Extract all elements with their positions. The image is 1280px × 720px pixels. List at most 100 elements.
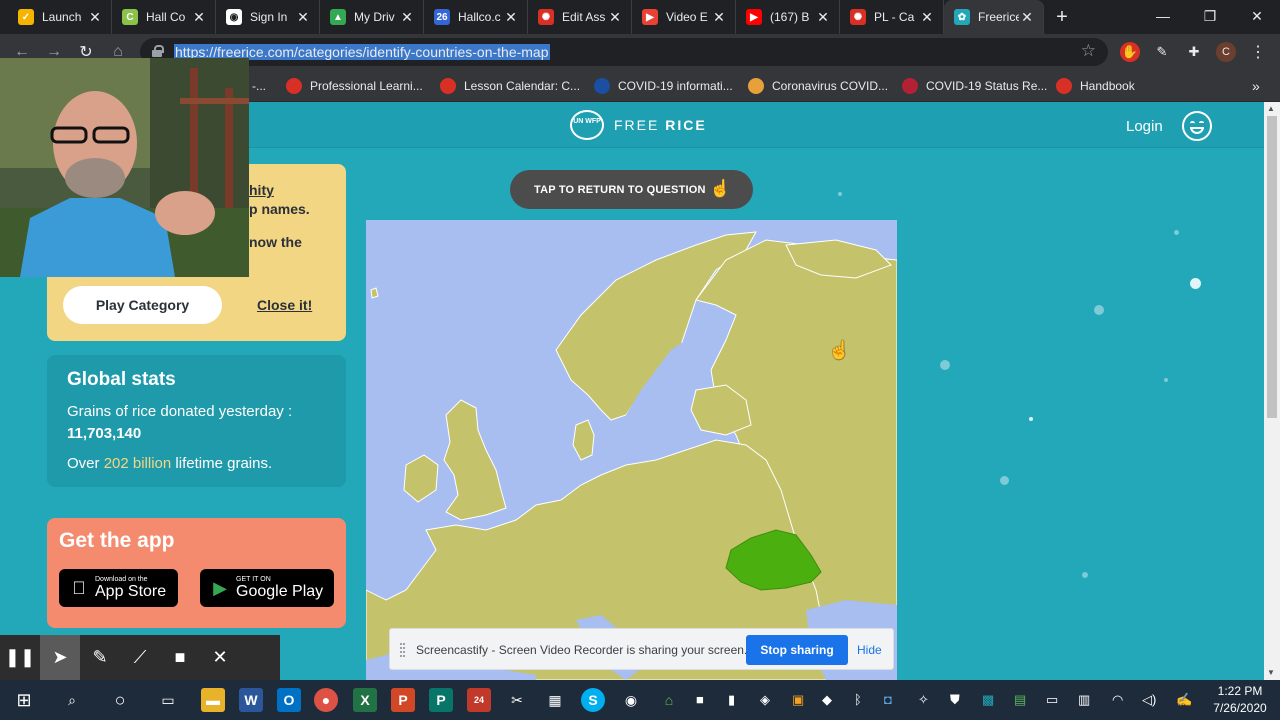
display-tray-icon[interactable]: ▭ (1046, 692, 1058, 708)
wifi-icon[interactable]: ◠ (1112, 692, 1123, 708)
pen-extension-icon[interactable]: ✎ (1152, 42, 1172, 62)
browser-tab[interactable]: ✿ Freerice ✕ (944, 0, 1044, 34)
browser-tab[interactable]: ◉ Sign In ✕ (216, 0, 320, 34)
tab-close-icon[interactable]: ✕ (1019, 9, 1035, 26)
browser-tab[interactable]: ✺ Edit Ass ✕ (528, 0, 632, 34)
pause-icon[interactable]: ❚❚ (0, 635, 40, 680)
category-name-link[interactable]: hity (249, 182, 274, 198)
bookmark-item[interactable]: COVID-19 Status Re... (902, 77, 1047, 95)
tab-close-icon[interactable]: ✕ (711, 9, 727, 26)
tool-tray-icon[interactable]: ✧ (918, 692, 929, 708)
system-clock[interactable]: 1:22 PM 7/26/2020 (1200, 683, 1280, 717)
green-tray-icon[interactable]: ▤ (1014, 692, 1026, 708)
extensions-puzzle-icon[interactable]: ✚ (1184, 42, 1204, 62)
browser-tab[interactable]: ✓ Launch ✕ (8, 0, 112, 34)
excel-icon[interactable]: X (353, 688, 377, 712)
profile-avatar[interactable]: C (1216, 42, 1236, 62)
restore-window-button[interactable]: ❐ (1187, 0, 1233, 32)
chrome-icon[interactable]: ● (314, 688, 338, 712)
tab-close-icon[interactable]: ✕ (607, 9, 623, 26)
bookmark-star-icon[interactable]: ☆ (1081, 41, 1096, 61)
pen-icon[interactable]: ✎ (80, 635, 120, 680)
network-tray-icon[interactable]: ▥ (1078, 692, 1090, 708)
profile-smiley-icon[interactable] (1182, 111, 1212, 141)
address-bar[interactable]: https://freerice.com/categories/identify… (140, 38, 1108, 66)
calculator-icon[interactable]: ▦ (543, 688, 567, 712)
search-icon[interactable]: ⌕ (60, 688, 84, 712)
bluetooth-tray-icon[interactable]: ᛒ (854, 692, 862, 707)
browser-tab[interactable]: ▶ (167) B ✕ (736, 0, 840, 34)
office-tray-icon[interactable]: ▣ (792, 692, 804, 708)
start-windows-icon[interactable]: ⊞ (12, 688, 36, 712)
eye-app-icon[interactable]: ◉ (619, 688, 643, 712)
browser-tab[interactable]: ▶ Video E ✕ (632, 0, 736, 34)
tab-close-icon[interactable]: ✕ (919, 9, 935, 26)
word-icon[interactable]: W (239, 688, 263, 712)
security-tray-icon[interactable]: ◈ (760, 692, 770, 708)
browser-tab[interactable]: 26 Hallco.c ✕ (424, 0, 528, 34)
europe-map[interactable] (366, 220, 897, 680)
skype-icon[interactable]: S (581, 688, 605, 712)
scroll-down-arrow-icon[interactable]: ▼ (1267, 668, 1275, 677)
app-tray-icon[interactable]: ▩ (982, 692, 994, 708)
publisher-icon[interactable]: P (429, 688, 453, 712)
pointer-icon[interactable]: ➤ (40, 635, 80, 680)
highlighter-icon[interactable]: ⟋ (120, 635, 160, 680)
powerpoint-icon[interactable]: P (391, 688, 415, 712)
tab-close-icon[interactable]: ✕ (191, 9, 207, 26)
bookmark-item[interactable]: Lesson Calendar: C... (440, 77, 580, 95)
close-palette-icon[interactable]: ✕ (200, 635, 240, 680)
browser-tab[interactable]: ▲ My Driv ✕ (320, 0, 424, 34)
news-app-icon[interactable]: 24 (467, 688, 491, 712)
app-store-badge[interactable]:  Download on theApp Store (59, 569, 178, 607)
play-category-button[interactable]: Play Category (63, 286, 222, 324)
task-view-icon[interactable]: ▭ (156, 688, 180, 712)
tab-close-icon[interactable]: ✕ (399, 9, 415, 26)
tab-close-icon[interactable]: ✕ (87, 9, 103, 26)
freerice-logo[interactable]: UN WFP FREE RICE (570, 110, 707, 140)
volume-icon[interactable]: ◁) (1142, 692, 1156, 708)
stop-extension-icon[interactable]: ✋ (1120, 42, 1140, 62)
minimize-window-button[interactable]: — (1140, 0, 1186, 32)
hide-banner-button[interactable]: Hide (857, 643, 882, 657)
outlook-icon[interactable]: O (277, 688, 301, 712)
browser-tab[interactable]: C Hall Co ✕ (112, 0, 216, 34)
browser-menu-icon[interactable]: ⋮ (1248, 42, 1268, 62)
browser-tab[interactable]: ✺ PL - Ca ✕ (840, 0, 944, 34)
usb-tray-icon[interactable]: ▮ (728, 692, 735, 708)
bookmark-item[interactable]: Handbook (1056, 77, 1135, 95)
dropbox-tray-icon[interactable]: ◆ (822, 692, 832, 708)
close-it-link[interactable]: Close it! (257, 297, 312, 313)
shield-tray-icon[interactable]: ⛊ (950, 692, 960, 708)
snip-tool-icon[interactable]: ✂ (505, 688, 529, 712)
login-link[interactable]: Login (1126, 118, 1163, 135)
scroll-thumb[interactable] (1267, 116, 1277, 418)
camera-icon[interactable]: ■ (160, 635, 200, 680)
basket-app-icon[interactable]: ⌂ (657, 688, 681, 712)
logo-wordmark: FREE RICE (614, 117, 707, 133)
stop-sharing-button[interactable]: Stop sharing (746, 635, 848, 665)
bookmark-item[interactable]: Coronavirus COVID... (748, 77, 888, 95)
app-store-small: Download on the (95, 576, 148, 583)
bookmark-item[interactable]: -... (252, 77, 266, 95)
outlook-tray-icon[interactable]: ◘ (884, 692, 892, 707)
tab-close-icon[interactable]: ✕ (503, 9, 519, 26)
bookmark-item[interactable]: Professional Learni... (286, 77, 423, 95)
cortana-icon[interactable]: ○ (108, 688, 132, 712)
google-play-badge[interactable]: ▶ GET IT ON Google Play (200, 569, 334, 607)
tab-close-icon[interactable]: ✕ (295, 9, 311, 26)
tab-close-icon[interactable]: ✕ (815, 9, 831, 26)
file-explorer-icon[interactable]: ▬ (201, 688, 225, 712)
tap-to-return-button[interactable]: TAP TO RETURN TO QUESTION ☝ (510, 170, 753, 209)
new-tab-button[interactable]: + (1044, 0, 1080, 34)
drag-handle-icon[interactable] (400, 643, 405, 657)
video-tray-icon[interactable]: ■ (696, 692, 704, 707)
bookmarks-overflow-button[interactable]: » (1252, 77, 1260, 95)
lock-icon[interactable] (152, 45, 164, 57)
close-window-button[interactable]: ✕ (1234, 0, 1280, 32)
bookmark-item[interactable]: COVID-19 informati... (594, 77, 733, 95)
tab-title: Hallco.c (458, 10, 501, 24)
pen-tray-icon[interactable]: ✍ (1176, 692, 1192, 708)
scroll-up-arrow-icon[interactable]: ▲ (1267, 104, 1275, 113)
page-scrollbar[interactable]: ▲ ▼ (1264, 102, 1280, 680)
